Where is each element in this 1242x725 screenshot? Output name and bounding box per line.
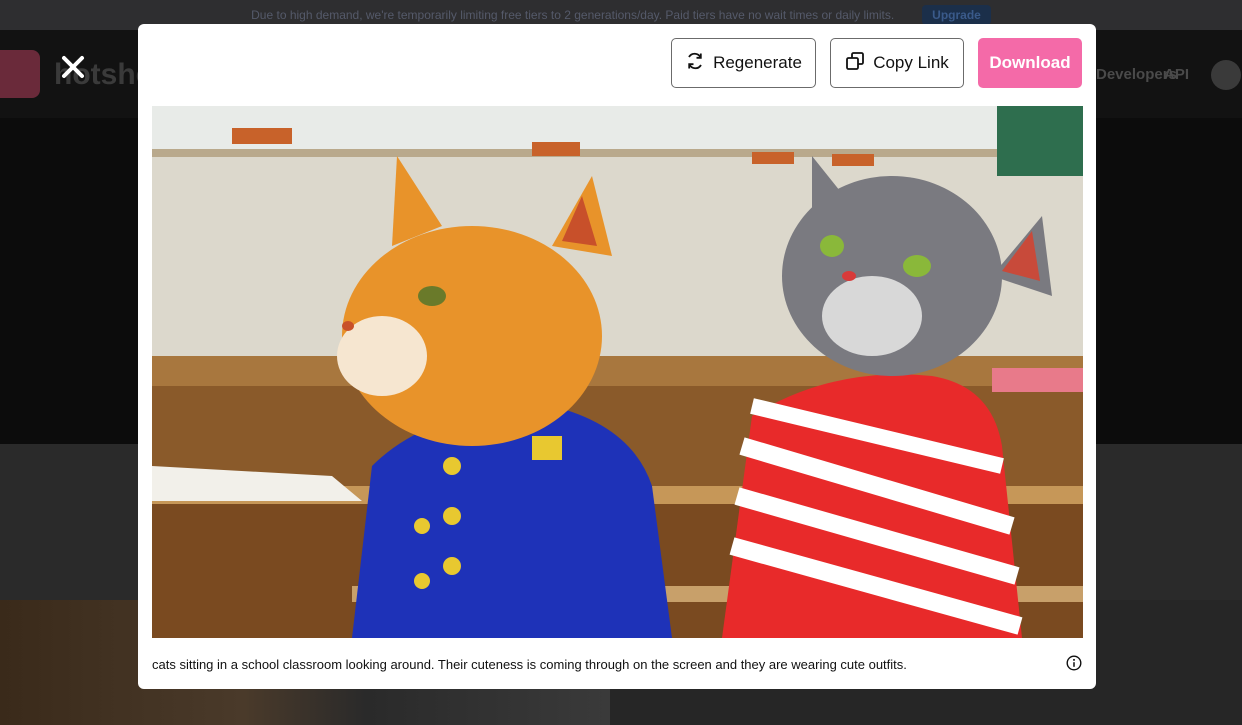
info-icon[interactable] [1066, 655, 1082, 671]
generated-image [152, 106, 1083, 638]
close-icon[interactable] [60, 54, 86, 80]
banner-text: Due to high demand, we're temporarily li… [251, 8, 895, 22]
upgrade-button[interactable]: Upgrade [922, 5, 991, 25]
logo-icon [0, 50, 40, 98]
regenerate-button[interactable]: Regenerate [671, 38, 816, 88]
download-button[interactable]: Download [978, 38, 1082, 88]
cats-illustration [152, 106, 1083, 638]
copy-link-label: Copy Link [873, 53, 949, 72]
image-caption: cats sitting in a school classroom looki… [152, 657, 907, 672]
nav-api[interactable]: API [1164, 66, 1189, 83]
avatar[interactable] [1211, 60, 1241, 90]
image-modal: Regenerate Copy Link Download cats sitti… [138, 24, 1096, 689]
refresh-icon [685, 51, 705, 76]
copy-icon [845, 51, 865, 76]
copy-link-button[interactable]: Copy Link [830, 38, 964, 88]
regenerate-label: Regenerate [713, 53, 802, 72]
